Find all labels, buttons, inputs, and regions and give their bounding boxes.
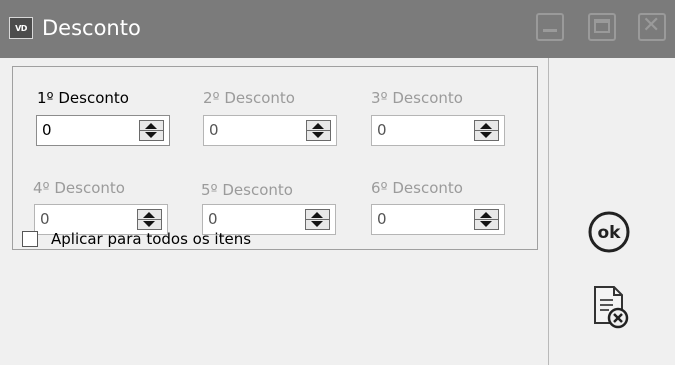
apply-all-label[interactable]: Aplicar para todos os itens bbox=[51, 230, 251, 248]
arrow-up-icon[interactable] bbox=[480, 212, 492, 218]
arrow-up-icon[interactable] bbox=[480, 123, 492, 129]
window-title: Desconto bbox=[42, 16, 141, 40]
arrow-down-icon[interactable] bbox=[311, 221, 323, 227]
discount-5-label: 5º Desconto bbox=[201, 181, 293, 199]
arrow-down-icon[interactable] bbox=[480, 132, 492, 138]
discount-2-value[interactable]: 0 bbox=[209, 121, 219, 139]
discount-4-stepper[interactable] bbox=[137, 209, 162, 230]
discount-2-label: 2º Desconto bbox=[203, 89, 295, 107]
discount-6-value[interactable]: 0 bbox=[377, 210, 387, 228]
discount-3-stepper[interactable] bbox=[474, 120, 499, 141]
arrow-down-icon[interactable] bbox=[143, 221, 155, 227]
discount-6-label: 6º Desconto bbox=[371, 179, 463, 197]
minimize-button[interactable] bbox=[536, 13, 564, 41]
document-cancel-icon bbox=[594, 286, 629, 329]
discount-4-label: 4º Desconto bbox=[33, 179, 125, 197]
ok-icon: ok bbox=[588, 211, 630, 253]
main-panel: 1º Desconto 0 2º Desconto 0 3º Desconto … bbox=[0, 58, 548, 365]
discount-3-label: 3º Desconto bbox=[371, 89, 463, 107]
discount-4-value[interactable]: 0 bbox=[40, 210, 50, 228]
discount-5-value[interactable]: 0 bbox=[208, 210, 218, 228]
arrow-down-icon[interactable] bbox=[480, 221, 492, 227]
arrow-down-icon[interactable] bbox=[312, 132, 324, 138]
arrow-up-icon[interactable] bbox=[312, 123, 324, 129]
discount-3-spinner[interactable]: 0 bbox=[371, 115, 505, 146]
discount-1-spinner[interactable]: 0 bbox=[36, 115, 170, 146]
close-button[interactable]: ✕ bbox=[638, 13, 666, 41]
arrow-up-icon[interactable] bbox=[311, 212, 323, 218]
arrow-up-icon[interactable] bbox=[143, 212, 155, 218]
svg-text:ok: ok bbox=[598, 223, 622, 243]
discount-6-stepper[interactable] bbox=[474, 209, 499, 230]
discount-2-stepper[interactable] bbox=[306, 120, 331, 141]
discount-6-spinner[interactable]: 0 bbox=[371, 204, 505, 235]
minimize-icon bbox=[543, 29, 557, 32]
ok-button[interactable]: ok bbox=[586, 209, 632, 255]
discounts-group: 1º Desconto 0 2º Desconto 0 3º Desconto … bbox=[12, 66, 538, 250]
maximize-icon bbox=[594, 19, 610, 33]
discount-dialog: VD Desconto ✕ 1º Desconto 0 2º Desconto … bbox=[0, 0, 675, 365]
discount-3-value[interactable]: 0 bbox=[377, 121, 387, 139]
cancel-button[interactable] bbox=[586, 283, 632, 333]
arrow-down-icon[interactable] bbox=[145, 132, 157, 138]
title-bar[interactable]: VD Desconto ✕ bbox=[0, 0, 675, 58]
arrow-up-icon[interactable] bbox=[145, 123, 157, 129]
discount-5-stepper[interactable] bbox=[305, 209, 330, 230]
maximize-button[interactable] bbox=[588, 13, 616, 41]
close-icon: ✕ bbox=[642, 13, 661, 38]
discount-1-label: 1º Desconto bbox=[37, 89, 129, 107]
discount-2-spinner[interactable]: 0 bbox=[203, 115, 337, 146]
discount-1-stepper[interactable] bbox=[139, 120, 164, 141]
apply-all-checkbox[interactable] bbox=[22, 231, 38, 247]
app-icon: VD bbox=[9, 17, 33, 39]
discount-1-value[interactable]: 0 bbox=[42, 121, 52, 139]
